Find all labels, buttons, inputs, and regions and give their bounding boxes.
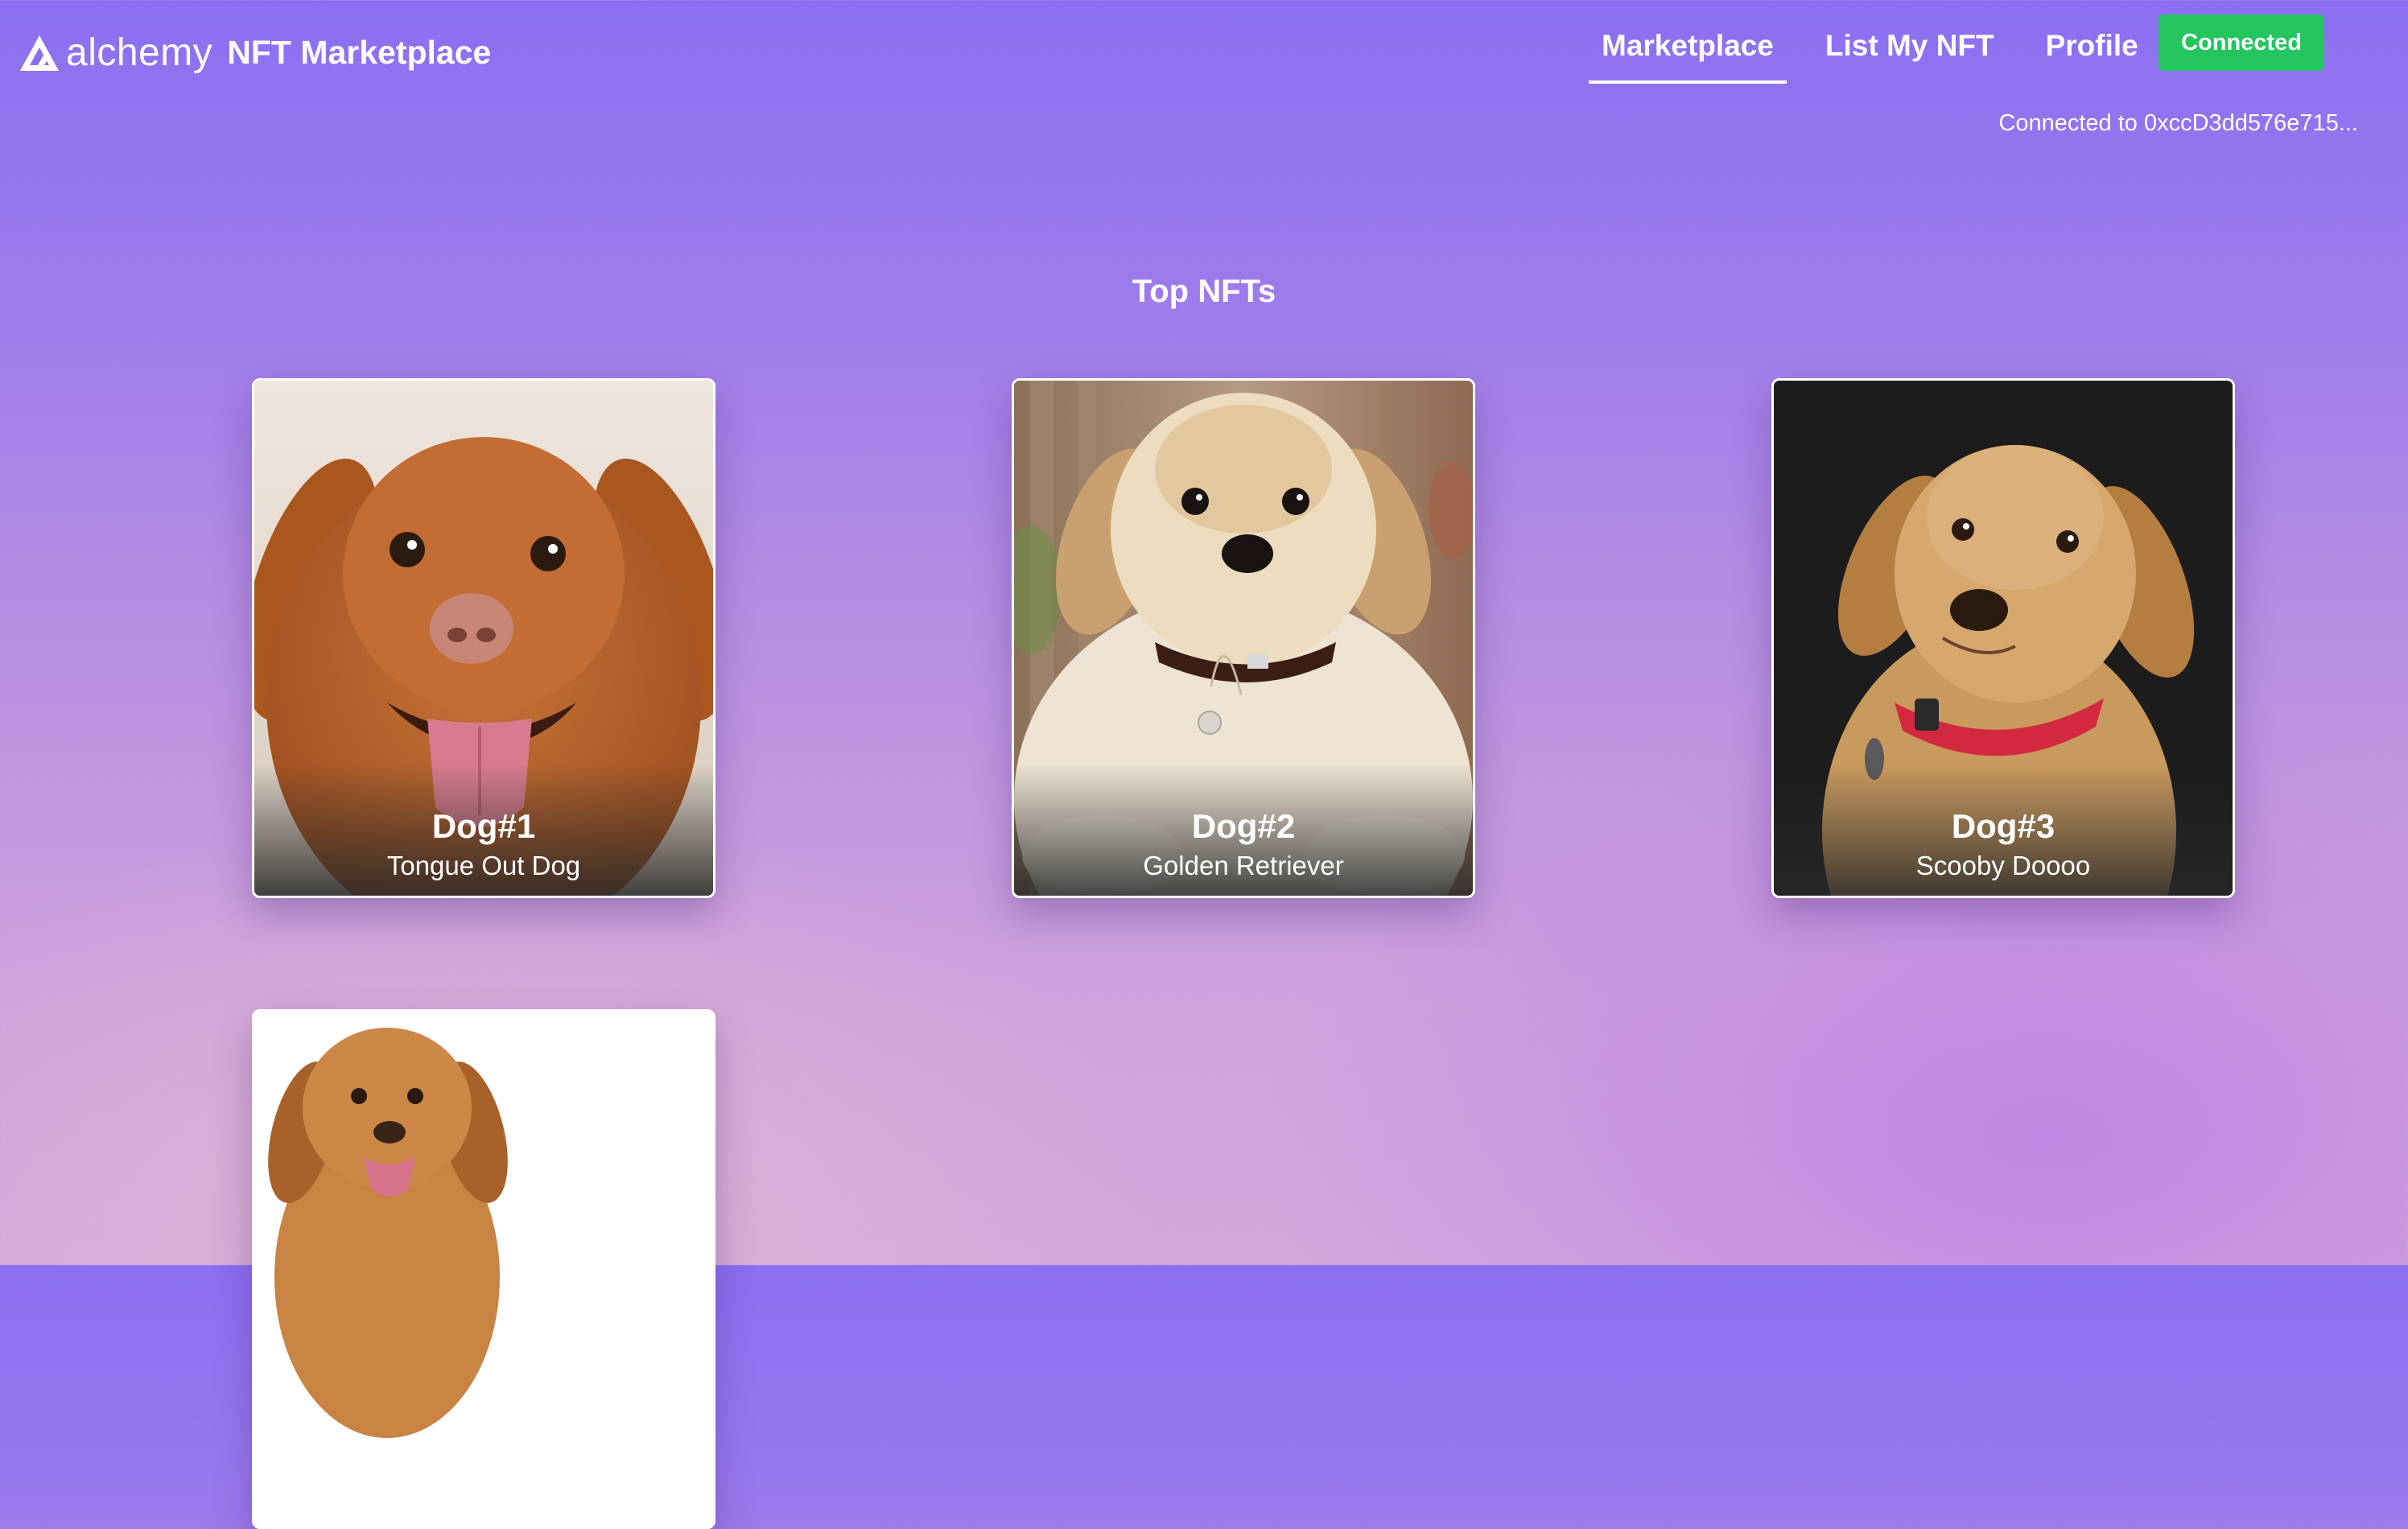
app-title: NFT Marketplace <box>227 34 492 71</box>
nft-description: Golden Retriever <box>1143 851 1344 880</box>
nft-image-orange-dog-white <box>254 1012 713 1527</box>
section-title: Top NFTs <box>1132 274 1276 309</box>
logo-text: alchemy <box>66 31 213 74</box>
nav-list-my-nft[interactable]: List My NFT <box>1812 29 2007 84</box>
nft-card[interactable]: Dog#2 Golden Retriever <box>1012 378 1475 898</box>
connection-status: Connected to 0xccD3dd576e715... <box>1998 110 2358 136</box>
nft-card[interactable] <box>252 1009 715 1529</box>
nft-description: Scooby Doooo <box>1915 851 2091 880</box>
connect-wallet-button[interactable]: Connected <box>2159 14 2324 71</box>
nft-name: Dog#2 <box>1191 807 1296 845</box>
alchemy-logo-icon <box>20 35 59 71</box>
nft-description: Tongue Out Dog <box>386 851 581 880</box>
nft-card[interactable]: Dog#3 Scooby Doooo <box>1771 378 2235 898</box>
nft-name: Dog#3 <box>1951 807 2055 845</box>
main-nav: Marketplace List My NFT Profile <box>1589 29 2177 84</box>
nav-marketplace[interactable]: Marketplace <box>1589 29 1787 84</box>
nav-profile[interactable]: Profile <box>2033 29 2151 84</box>
nft-card[interactable]: Dog#1 Tongue Out Dog <box>252 378 715 898</box>
nft-name: Dog#1 <box>431 807 536 845</box>
alchemy-logo[interactable]: alchemy NFT Marketplace <box>19 31 491 75</box>
